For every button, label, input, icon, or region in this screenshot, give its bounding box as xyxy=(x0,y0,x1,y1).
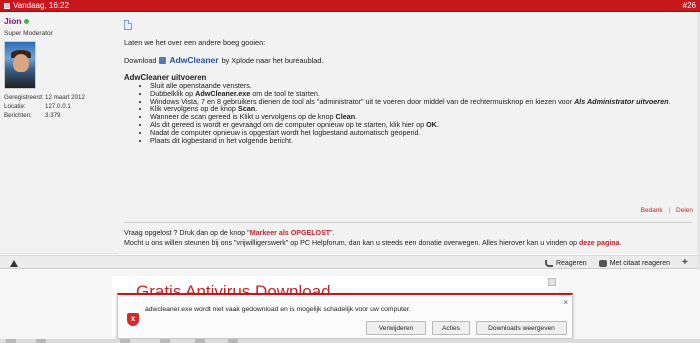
security-shield-icon: x xyxy=(127,313,139,326)
user-info: Jion Super Moderator Geregistreerd: 12 m… xyxy=(0,12,118,254)
user-title: Super Moderator xyxy=(4,30,53,37)
warning-icon xyxy=(10,259,18,267)
donation-page-link[interactable]: deze pagina xyxy=(579,239,620,247)
taskbar-item[interactable] xyxy=(36,339,46,343)
quote-icon xyxy=(598,259,607,267)
post-header: Vandaag, 16:22 #26 xyxy=(0,0,700,12)
intro-text: Laten we het over een andere boeg gooien… xyxy=(124,38,266,47)
share-link[interactable]: Delen xyxy=(676,207,693,214)
post-actions: Reageren Met citaat reageren xyxy=(544,257,692,269)
actions-button[interactable]: Acties xyxy=(432,321,470,335)
thank-link[interactable]: Bedank xyxy=(641,207,663,214)
stat-location: Locatie: 127.0.0.1 xyxy=(4,103,71,110)
reply-button[interactable]: Reageren xyxy=(544,257,587,269)
list-item: Plaats dit logbestand in het volgende be… xyxy=(150,136,694,145)
delete-download-button[interactable]: Verwijderen xyxy=(366,321,426,335)
download-icon xyxy=(159,57,167,64)
download-line: Download AdwCleaner by Xplode naar het b… xyxy=(124,55,324,66)
post-document-icon xyxy=(124,20,132,30)
post-links: Bedank | Delen xyxy=(641,207,693,214)
taskbar-item[interactable] xyxy=(228,339,238,343)
reply-icon xyxy=(544,259,553,267)
multiquote-button[interactable] xyxy=(682,257,692,269)
taskbar-item[interactable] xyxy=(160,339,170,343)
user-stats: Geregistreerd: 12 maart 2012 Locatie: 12… xyxy=(4,93,114,120)
username-text[interactable]: Jion xyxy=(4,16,21,26)
close-icon[interactable]: × xyxy=(563,299,568,307)
steps-list: Sluit alle openstaande vensters. Dubbelk… xyxy=(124,82,694,144)
calendar-icon xyxy=(4,2,10,9)
signature-divider xyxy=(124,222,692,223)
report-post-button[interactable] xyxy=(8,258,20,268)
adwcleaner-link[interactable]: AdwCleaner xyxy=(169,56,218,65)
download-warning-bar: x adwcleaner.exe wordt niet vaak gedownl… xyxy=(117,293,573,339)
mark-solved-highlight: Markeer als OPGELOST xyxy=(249,229,331,237)
download-warning-text: adwcleaner.exe wordt niet vaak gedownloa… xyxy=(145,306,411,313)
forum-page: Vandaag, 16:22 #26 Jion Super Moderator … xyxy=(0,0,700,343)
post-content: Laten we het over een andere boeg gooien… xyxy=(118,12,700,254)
avatar[interactable] xyxy=(4,41,36,89)
view-downloads-button[interactable]: Downloads weergeven xyxy=(476,321,567,335)
stat-posts: Berichten: 3.379 xyxy=(4,112,61,119)
post-footer: Reageren Met citaat reageren xyxy=(0,255,700,269)
post-message: Laten we het over een andere boeg gooien… xyxy=(124,38,694,144)
taskbar-item[interactable] xyxy=(120,339,130,343)
online-status-icon xyxy=(24,18,30,24)
post-number-link[interactable]: #26 xyxy=(683,1,696,10)
taskbar-item[interactable] xyxy=(195,339,205,343)
post: Jion Super Moderator Geregistreerd: 12 m… xyxy=(0,12,700,254)
quote-reply-button[interactable]: Met citaat reageren xyxy=(598,257,670,269)
stat-registered: Geregistreerd: 12 maart 2012 xyxy=(4,94,85,101)
multiquote-plus-icon xyxy=(682,257,692,268)
taskbar xyxy=(0,339,700,343)
taskbar-item[interactable] xyxy=(6,339,16,343)
signature: Vraag opgelost ? Druk dan op de knop "Ma… xyxy=(124,229,622,247)
ad-choices-icon[interactable] xyxy=(548,278,556,286)
post-date: Vandaag, 16:22 xyxy=(13,1,69,10)
username[interactable]: Jion xyxy=(4,16,114,26)
link-separator: | xyxy=(668,207,671,214)
